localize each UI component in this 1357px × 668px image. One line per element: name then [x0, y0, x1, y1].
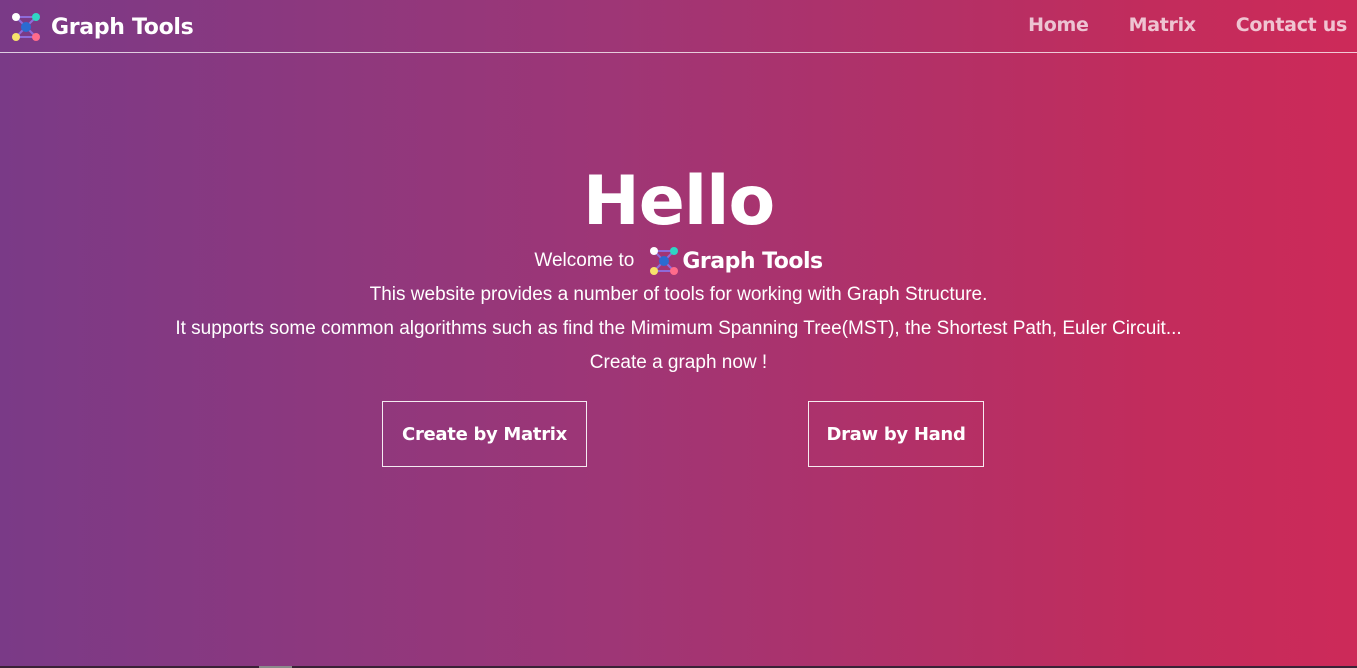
graph-nodes-icon	[12, 13, 40, 41]
welcome-text: Welcome to	[534, 250, 635, 271]
hero-section: Hello Welcome to Graph Tools This websit…	[0, 160, 1357, 380]
hero-title: Hello	[582, 162, 775, 241]
description-line-1: This website provides a number of tools …	[369, 284, 988, 305]
draw-by-hand-button[interactable]: Draw by Hand	[808, 401, 984, 467]
graph-nodes-icon	[650, 247, 679, 275]
welcome-brand: Graph Tools	[682, 248, 823, 274]
brand[interactable]: Graph Tools	[10, 11, 194, 43]
nav-matrix[interactable]: Matrix	[1129, 14, 1196, 36]
nav-home[interactable]: Home	[1028, 14, 1089, 36]
nav-contact-us[interactable]: Contact us	[1236, 14, 1348, 36]
welcome-line: Welcome to Graph Tools	[0, 244, 1357, 278]
navbar: Graph Tools Home Matrix Contact us	[0, 0, 1357, 53]
nav-links: Home Matrix Contact us	[988, 14, 1347, 36]
create-by-matrix-button[interactable]: Create by Matrix	[382, 401, 587, 467]
brand-name: Graph Tools	[51, 14, 194, 40]
action-buttons: Create by Matrix Draw by Hand	[0, 401, 1357, 467]
description-line-2: It supports some common algorithms such …	[175, 318, 1182, 339]
call-to-action-text: Create a graph now !	[589, 352, 768, 373]
